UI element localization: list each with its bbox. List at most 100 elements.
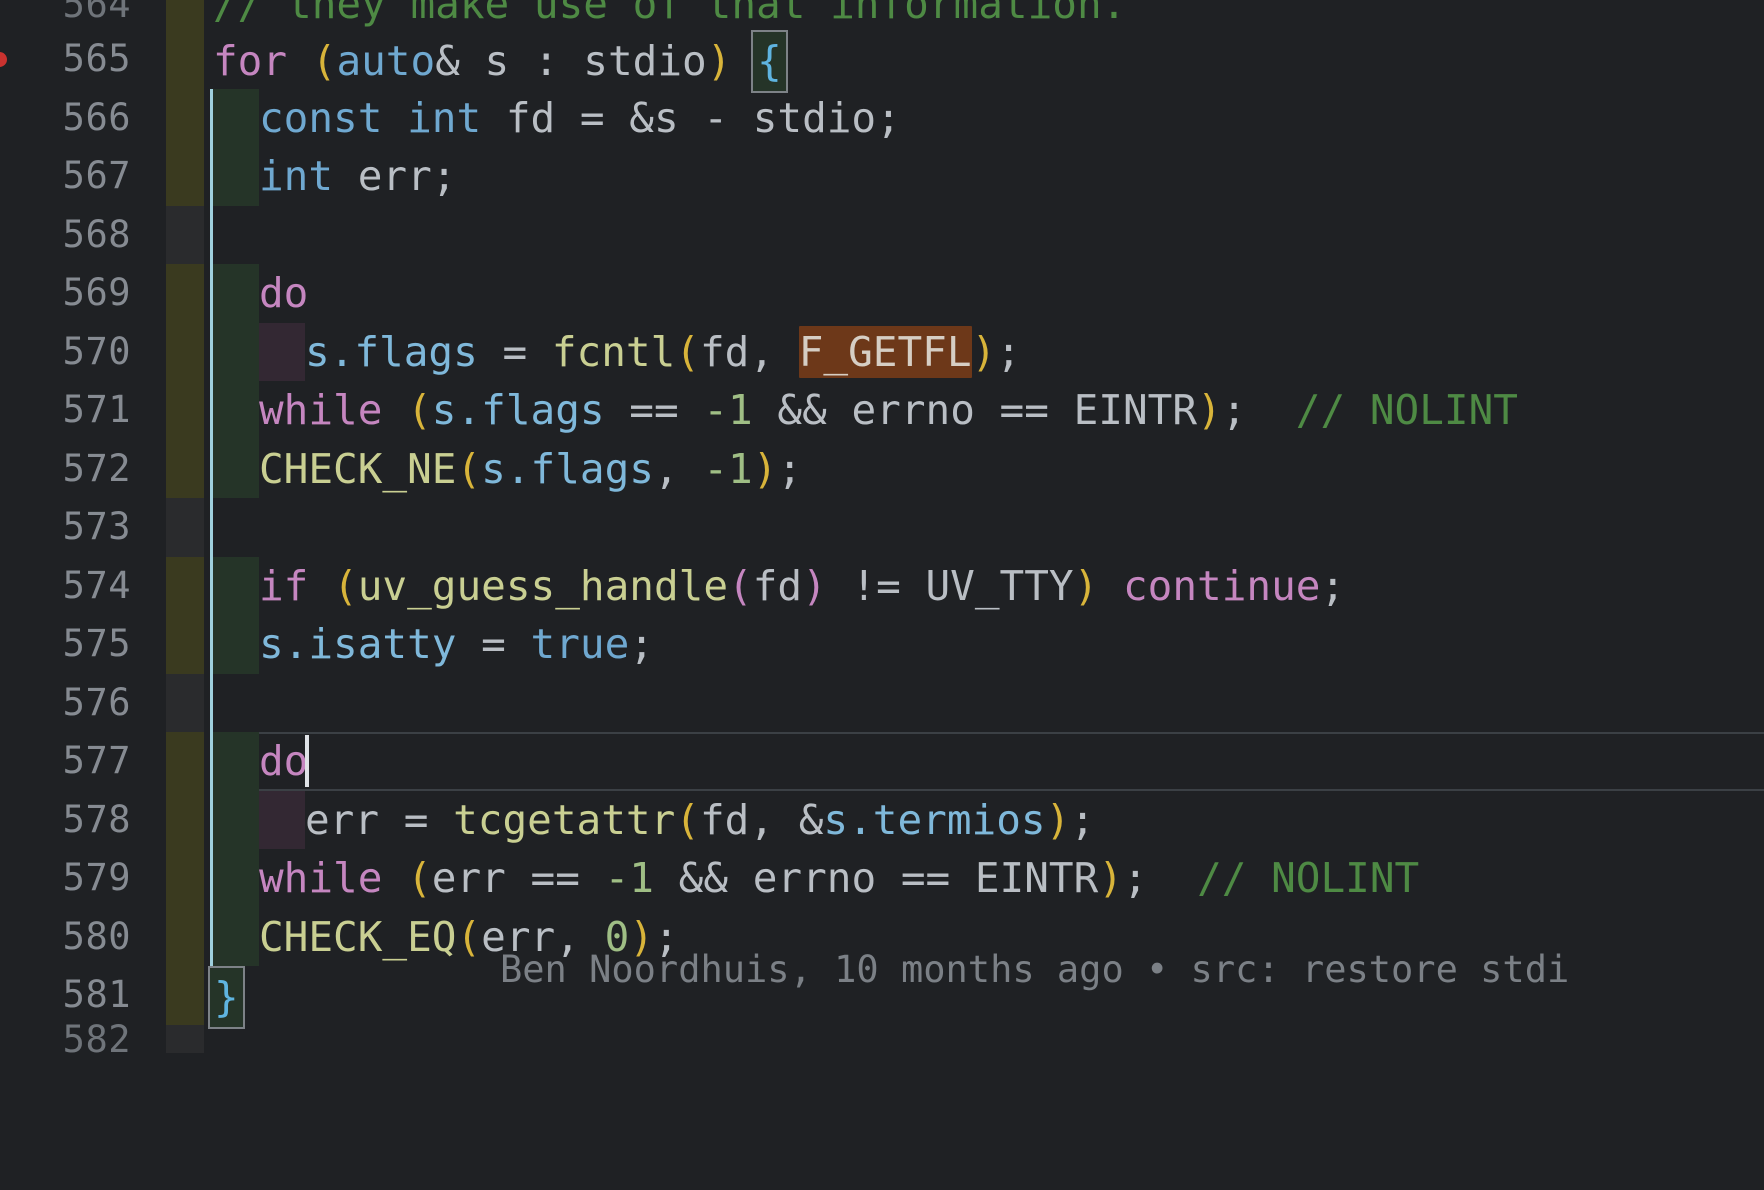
paren-close: ) <box>971 327 997 376</box>
code-line-574[interactable]: 574 if (uv_guess_handle(fd) != UV_TTY) c… <box>0 556 1764 615</box>
code-text: for (auto& s : stdio) { <box>213 30 788 93</box>
git-change-bar <box>166 264 204 323</box>
line-number: 579 <box>62 856 131 899</box>
line-number: 566 <box>62 95 131 139</box>
scope-highlight <box>213 556 259 615</box>
scope-highlight <box>213 88 259 147</box>
identifier-s-flags: s.flags <box>431 386 605 434</box>
identifier-s-isatty: s.isatty <box>259 620 457 668</box>
git-change-bar <box>166 322 204 381</box>
keyword-const: const <box>259 93 383 142</box>
brace-match-open: { <box>751 30 788 93</box>
scope-highlight <box>213 849 259 908</box>
scope-highlight <box>213 615 259 674</box>
code-line-576[interactable]: 576 <box>0 673 1764 732</box>
git-change-bar <box>166 0 204 30</box>
code-line-580[interactable]: 580 CHECK_EQ(err, 0); <box>0 907 1764 966</box>
identifier-fd: fd <box>699 795 750 844</box>
code-line-567[interactable]: 567 int err; <box>0 147 1764 206</box>
scope-highlight <box>213 439 259 498</box>
git-change-bar <box>166 439 204 498</box>
code-text: int err; <box>259 147 456 206</box>
type-int: int <box>259 152 334 200</box>
code-line-568[interactable]: 568 <box>0 205 1764 264</box>
keyword-do: do <box>259 269 309 317</box>
line-number: 565 <box>62 37 131 80</box>
plain-text: fd = &s - stdio; <box>481 93 901 142</box>
git-change-bar <box>166 966 204 1025</box>
macro-check-eq: CHECK_EQ <box>259 912 457 961</box>
paren-open: ( <box>675 327 700 376</box>
number-literal: -1 <box>604 854 654 902</box>
identifier-err: err <box>431 854 506 902</box>
line-number: 569 <box>62 271 131 314</box>
type-auto: auto <box>336 37 436 85</box>
code-line-579[interactable]: 579 while (err == -1 && errno == EINTR);… <box>0 849 1764 908</box>
code-line-575[interactable]: 575 s.isatty = true; <box>0 615 1764 674</box>
function-fcntl: fcntl <box>551 327 676 376</box>
code-line-582[interactable]: 582 <box>0 1017 1764 1061</box>
line-number: 568 <box>62 212 131 256</box>
identifier-err: err <box>481 912 556 961</box>
code-text: err = tcgetattr(fd, &s.termios); <box>305 795 1095 844</box>
identifier-s-flags: s.flags <box>305 327 478 376</box>
paren-open: ( <box>675 795 700 844</box>
line-number: 570 <box>62 329 131 373</box>
git-change-bar <box>166 147 204 206</box>
identifier-s-termios: s.termios <box>823 795 1046 844</box>
code-line-573[interactable]: 573 <box>0 498 1764 557</box>
git-change-bar <box>166 498 204 557</box>
git-change-bar <box>166 30 204 89</box>
code-line-577[interactable]: 577 do Ben Noordhuis, 10 months ago • sr… <box>0 732 1764 991</box>
git-change-bar <box>166 381 204 440</box>
line-number: 580 <box>62 914 131 958</box>
code-lines-container[interactable]: 564 // they make use of that information… <box>0 0 1764 1061</box>
function-tcgetattr: tcgetattr <box>453 795 676 844</box>
code-text: const int fd = &s - stdio; <box>259 89 901 148</box>
paren-open: ( <box>407 854 432 902</box>
code-line-569[interactable]: 569 do <box>0 264 1764 323</box>
code-line-581[interactable]: 581 } <box>0 966 1764 1029</box>
git-change-bar <box>166 1024 204 1053</box>
code-text: do <box>259 264 308 323</box>
identifier-err: err <box>305 795 380 844</box>
git-change-bar <box>166 790 204 849</box>
line-number: 578 <box>62 797 131 841</box>
git-change-bar <box>166 88 204 147</box>
code-line-571[interactable]: 571 while (s.flags == -1 && errno == EIN… <box>0 381 1764 440</box>
scope-highlight <box>213 907 259 966</box>
keyword-do: do <box>259 737 309 785</box>
code-line-578[interactable]: 578 err = tcgetattr(fd, &s.termios); <box>0 790 1764 849</box>
keyword-while: while <box>259 386 383 434</box>
scope-highlight <box>213 732 259 791</box>
code-line-572[interactable]: 572 CHECK_NE(s.flags, -1); <box>0 439 1764 498</box>
paren-open: ( <box>407 386 432 434</box>
type-int: int <box>407 93 482 142</box>
line-number: 577 <box>62 739 131 782</box>
comment-token: // they make use of that information. <box>213 0 1127 28</box>
paren-close: ) <box>1073 561 1099 610</box>
code-line-565[interactable]: 565 for (auto& s : stdio) { <box>0 30 1764 93</box>
find-match-highlight[interactable]: F_GETFL <box>798 325 972 378</box>
macro-check-ne: CHECK_NE <box>259 444 457 493</box>
code-line-564[interactable]: 564 // they make use of that information… <box>0 0 1764 30</box>
number-literal: 0 <box>604 912 630 961</box>
number-literal: -1 <box>703 386 753 434</box>
git-change-bar <box>166 849 204 908</box>
line-number: 576 <box>62 680 131 724</box>
keyword-while: while <box>259 854 383 902</box>
paren-open: ( <box>456 912 482 961</box>
paren-close: ) <box>1045 795 1071 844</box>
keyword-for: for <box>213 37 288 85</box>
brace-match-close: } <box>208 966 245 1029</box>
code-line-566[interactable]: 566 const int fd = &s - stdio; <box>0 88 1764 148</box>
code-text: while (s.flags == -1 && errno == EINTR);… <box>259 386 1518 434</box>
scope-highlight <box>213 147 259 206</box>
code-editor[interactable]: 564 // they make use of that information… <box>0 0 1764 1190</box>
plain-text: err; <box>333 152 457 200</box>
code-line-570[interactable]: 570 s.flags = fcntl(fd, F_GETFL); <box>0 322 1764 381</box>
line-number: 582 <box>62 1017 131 1061</box>
function-uv-guess-handle: uv_guess_handle <box>357 561 729 610</box>
code-text: s.isatty = true; <box>259 620 654 668</box>
code-text: } <box>208 966 245 1029</box>
